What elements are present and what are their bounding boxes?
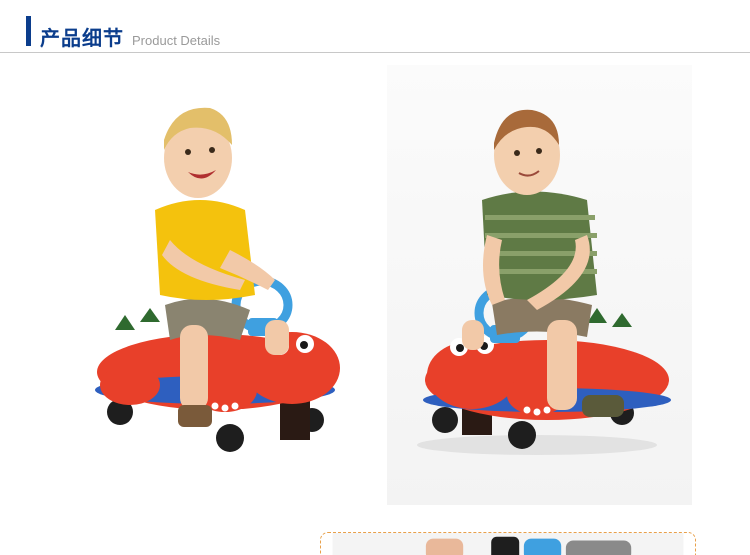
product-photo-3	[320, 532, 696, 555]
header-accent-bar	[26, 16, 31, 46]
section-title: 产品细节	[40, 26, 124, 50]
header-divider	[0, 52, 750, 53]
product-details-page: 产品细节 Product Details	[0, 0, 750, 555]
child-riding-dinosaur-image-2	[417, 109, 671, 455]
section-header: 产品细节 Product Details	[0, 0, 750, 54]
child-riding-dinosaur-image	[95, 107, 340, 452]
product-photo-2	[387, 65, 692, 505]
section-subtitle: Product Details	[132, 33, 221, 48]
product-photo-1	[80, 90, 350, 470]
product-detail-crop-image	[332, 533, 684, 555]
